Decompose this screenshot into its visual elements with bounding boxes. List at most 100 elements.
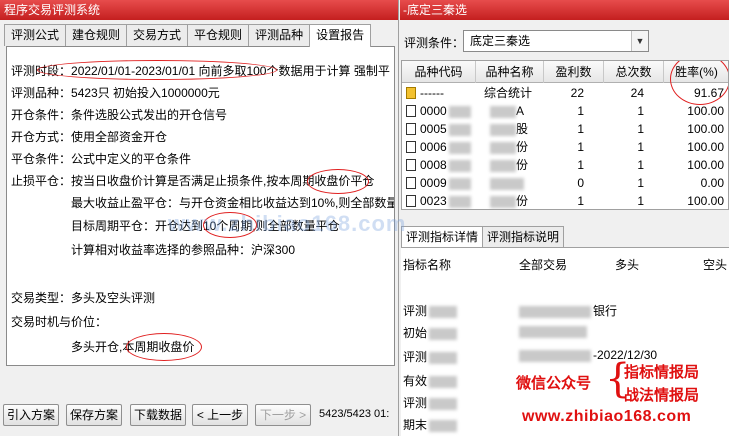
row-name: 股 bbox=[490, 120, 528, 138]
col-code[interactable]: 品种代码 bbox=[402, 61, 476, 83]
row-code: 0009 bbox=[406, 174, 471, 192]
table-row[interactable]: 0023 份 1 1 100.00 bbox=[402, 192, 728, 209]
tab-formula[interactable]: 评测公式 bbox=[4, 24, 67, 46]
tab-report-settings[interactable]: 设置报告 bbox=[309, 24, 372, 47]
report-period-value: 2022/01/01-2023/01/01 向前多取100个数据用于计算 强制平 bbox=[71, 64, 390, 78]
report-period-label: 评测时段： bbox=[11, 64, 72, 78]
redacted-block bbox=[490, 105, 516, 118]
row-wins: 22 bbox=[570, 86, 584, 100]
tab-trade-mode[interactable]: 交易方式 bbox=[126, 24, 189, 46]
redacted-block bbox=[429, 351, 458, 364]
document-icon bbox=[406, 140, 416, 153]
table-row[interactable]: 0009 0 1 0.00 bbox=[402, 174, 728, 192]
detail-col-name: 指标名称 bbox=[403, 258, 452, 272]
detail-row: 评测 bbox=[403, 302, 458, 319]
detail-row-value: -2022/12/30 bbox=[519, 348, 657, 362]
report-variety-value: 5423只 初始投入1000000元 bbox=[71, 86, 220, 100]
right-window-title: -底定三秦选 bbox=[400, 0, 729, 20]
row-total: 1 bbox=[637, 194, 644, 208]
table-row[interactable]: 0006 份 1 1 100.00 bbox=[402, 138, 728, 156]
tab-close-rules[interactable]: 平仓规则 bbox=[187, 24, 250, 46]
left-window-title: 程序交易评测系统 bbox=[0, 0, 398, 20]
row-code: 0006 bbox=[406, 138, 471, 156]
download-data-button[interactable]: 下载数据 bbox=[130, 404, 186, 426]
report-stop-value: 按当日收盘价计算是否满足止损条件,按本周期收盘价平仓 bbox=[71, 174, 375, 188]
tab-indicator-help[interactable]: 评测指标说明 bbox=[482, 226, 565, 248]
detail-row: 初始 bbox=[403, 324, 458, 341]
table-row[interactable]: ------ 综合统计 22 24 91.67 bbox=[402, 84, 728, 102]
redacted-block bbox=[448, 123, 471, 136]
report-variety-line: 评测品种：5423只 初始投入1000000元 bbox=[11, 86, 220, 100]
detail-col-all: 全部交易 bbox=[519, 258, 568, 272]
row-wins: 1 bbox=[577, 194, 584, 208]
report-open-line: 开仓条件：条件选股公式发出的开仓信号 bbox=[11, 108, 227, 122]
detail-row: 评测 bbox=[403, 348, 458, 365]
document-icon bbox=[406, 104, 416, 117]
report-timing-label: 交易时机与价位： bbox=[11, 315, 108, 329]
detail-col-long: 多头 bbox=[615, 258, 640, 272]
report-profit-stop: 最大收益止盈平仓：与开仓资金相比收益达到10%,则全部数量 bbox=[71, 196, 395, 210]
row-total: 1 bbox=[637, 176, 644, 190]
report-mode-line: 开仓方式：使用全部资金开仓 bbox=[11, 130, 167, 144]
redacted-block bbox=[448, 195, 471, 208]
chevron-down-icon[interactable]: ▼ bbox=[631, 31, 648, 51]
col-name[interactable]: 品种名称 bbox=[476, 61, 544, 83]
row-total: 1 bbox=[637, 122, 644, 136]
report-close-value: 公式中定义的平仓条件 bbox=[71, 152, 192, 166]
detail-row-value: 银行 bbox=[519, 302, 617, 319]
row-wins: 1 bbox=[577, 158, 584, 172]
import-plan-button[interactable]: 引入方案 bbox=[3, 404, 59, 426]
redacted-block bbox=[429, 305, 458, 318]
document-icon bbox=[406, 122, 416, 135]
detail-row-value bbox=[519, 324, 587, 338]
tab-varieties[interactable]: 评测品种 bbox=[248, 24, 311, 46]
detail-col-short: 空头 bbox=[703, 258, 728, 272]
evaluation-system-window: 程序交易评测系统 评测公式 建仓规则 交易方式 平仓规则 评测品种 设置报告 评… bbox=[0, 0, 399, 436]
row-name: 综合统计 bbox=[484, 86, 533, 100]
table-row[interactable]: 0008 份 1 1 100.00 bbox=[402, 156, 728, 174]
next-step-button[interactable]: 下一步 > bbox=[255, 404, 311, 426]
row-rate: 100.00 bbox=[687, 194, 724, 208]
row-name: 份 bbox=[490, 192, 528, 209]
tab-indicator-detail[interactable]: 评测指标详情 bbox=[401, 226, 484, 248]
row-name: 份 bbox=[490, 138, 528, 156]
condition-select-value: 底定三秦选 bbox=[470, 34, 531, 48]
prev-step-button[interactable]: < 上一步 bbox=[192, 404, 248, 426]
row-wins: 1 bbox=[577, 140, 584, 154]
report-timing-value: 多头开仓,本周期收盘价 bbox=[71, 340, 195, 354]
report-close-label: 平仓条件： bbox=[11, 152, 72, 166]
row-rate: 100.00 bbox=[687, 140, 724, 154]
result-table: 品种代码 品种名称 盈利数 总次数 胜率(%) ------ 综合统计 22 2… bbox=[401, 60, 729, 210]
row-total: 1 bbox=[637, 140, 644, 154]
row-total: 1 bbox=[637, 104, 644, 118]
col-total[interactable]: 总次数 bbox=[604, 61, 664, 83]
table-row[interactable]: 0000 A 1 1 100.00 bbox=[402, 102, 728, 120]
report-period-line: 评测时段：2022/01/01-2023/01/01 向前多取100个数据用于计… bbox=[11, 64, 390, 78]
row-name: 份 bbox=[490, 156, 528, 174]
detail-row: 期末 bbox=[403, 416, 458, 433]
row-total: 24 bbox=[630, 86, 644, 100]
redacted-block bbox=[448, 141, 471, 154]
report-stop-line: 止损平仓：按当日收盘价计算是否满足止损条件,按本周期收盘价平仓 bbox=[11, 174, 374, 188]
tab-open-rules[interactable]: 建仓规则 bbox=[65, 24, 128, 46]
document-icon bbox=[406, 194, 416, 207]
table-row[interactable]: 0005 股 1 1 100.00 bbox=[402, 120, 728, 138]
detail-row: 有效 bbox=[403, 372, 458, 389]
row-name: A bbox=[490, 102, 524, 120]
report-benchmark: 计算相对收益率选择的参照品种：沪深300 bbox=[71, 243, 296, 257]
redacted-block bbox=[519, 349, 591, 362]
redacted-block bbox=[429, 327, 458, 340]
left-tab-strip: 评测公式 建仓规则 交易方式 平仓规则 评测品种 设置报告 bbox=[4, 24, 372, 47]
report-trade-type-value: 多头及空头评测 bbox=[71, 291, 156, 305]
redacted-block bbox=[448, 105, 471, 118]
col-win-rate[interactable]: 胜率(%) bbox=[664, 61, 728, 83]
save-plan-button[interactable]: 保存方案 bbox=[66, 404, 122, 426]
row-rate: 100.00 bbox=[687, 122, 724, 136]
detail-row: 评测 bbox=[403, 394, 458, 411]
report-target-cycle: 目标周期平仓：开仓达到10个周期,则全部数量平仓 bbox=[71, 219, 340, 233]
condition-select[interactable]: 底定三秦选 ▼ bbox=[463, 30, 649, 52]
document-icon bbox=[406, 158, 416, 171]
col-wins[interactable]: 盈利数 bbox=[544, 61, 604, 83]
row-rate: 100.00 bbox=[687, 104, 724, 118]
row-code: 0005 bbox=[406, 120, 471, 138]
